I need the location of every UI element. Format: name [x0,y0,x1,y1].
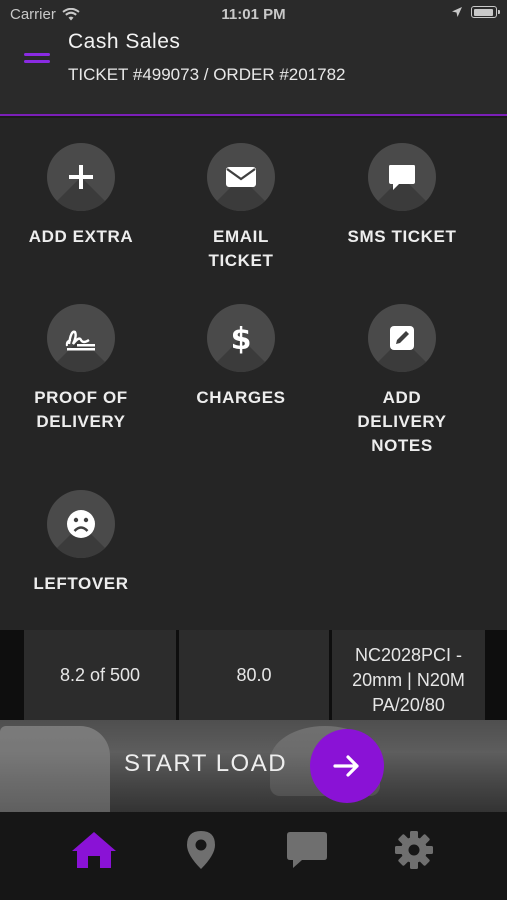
clock: 11:01 PM [221,6,286,23]
arrow-right-icon [333,755,359,777]
plus-icon [69,165,93,189]
product-text: NC2028PCI - 20mm | N20MPA/20/80 [352,645,465,715]
sms-ticket-label: SMS TICKET [347,227,457,246]
tab-home[interactable] [64,830,124,880]
add-extra-button[interactable]: ADD EXTRA [1,143,161,249]
email-ticket-button[interactable]: EMAIL TICKET [161,143,321,273]
actions-menu: ADD EXTRA EMAIL TICKET SMS TICKET PROOF … [0,118,507,630]
value-cell: 80.0 [179,630,329,720]
start-load-label: START LOAD [124,750,288,777]
quantity-cell: 8.2 of 500 [24,630,176,720]
ticket-order-subtitle: TICKET #499073 / ORDER #201782 [68,65,346,84]
add-delivery-notes-label: ADD DELIVERY NOTES [357,388,447,455]
location-arrow-icon [452,7,462,17]
svg-text:$: $ [231,322,252,355]
start-load-bar: START LOAD [0,720,507,812]
chat-bubble-icon [389,165,415,190]
proof-of-delivery-button[interactable]: PROOF OF DELIVERY [1,304,161,434]
leftover-label: LEFTOVER [33,574,129,593]
sms-ticket-button[interactable]: SMS TICKET [322,143,482,249]
tab-location[interactable] [171,830,231,880]
add-delivery-notes-button[interactable]: ADD DELIVERY NOTES [322,304,482,458]
home-icon [72,832,116,868]
status-bar: Carrier 11:01 PM [0,0,507,30]
envelope-icon [226,167,256,187]
bottom-tab-bar [0,812,507,900]
tab-messages[interactable] [277,830,337,880]
signature-icon [65,330,95,351]
gear-icon [395,831,433,869]
message-icon [287,832,327,868]
hamburger-menu-icon[interactable] [24,50,52,70]
add-extra-label: ADD EXTRA [28,227,134,246]
charges-button[interactable]: $ CHARGES [161,304,321,410]
sad-face-icon [67,510,95,538]
edit-note-icon [390,326,414,350]
header: Cash Sales TICKET #499073 / ORDER #20178… [0,30,507,116]
dollar-icon: $ [231,322,252,355]
proof-of-delivery-label: PROOF OF DELIVERY [34,388,128,431]
battery-icon [471,6,500,18]
tab-settings[interactable] [384,830,444,880]
page-title: Cash Sales [68,30,181,53]
load-table-row: 8.2 of 500 80.0 NC2028PCI - 20mm | N20MP… [0,630,507,720]
product-cell: NC2028PCI - 20mm | N20MPA/20/80 [332,630,485,720]
start-load-button[interactable] [310,729,384,803]
email-ticket-label: EMAIL TICKET [208,227,274,270]
leftover-button[interactable]: LEFTOVER [1,490,161,596]
charges-label: CHARGES [196,388,286,407]
map-pin-icon [187,831,215,869]
